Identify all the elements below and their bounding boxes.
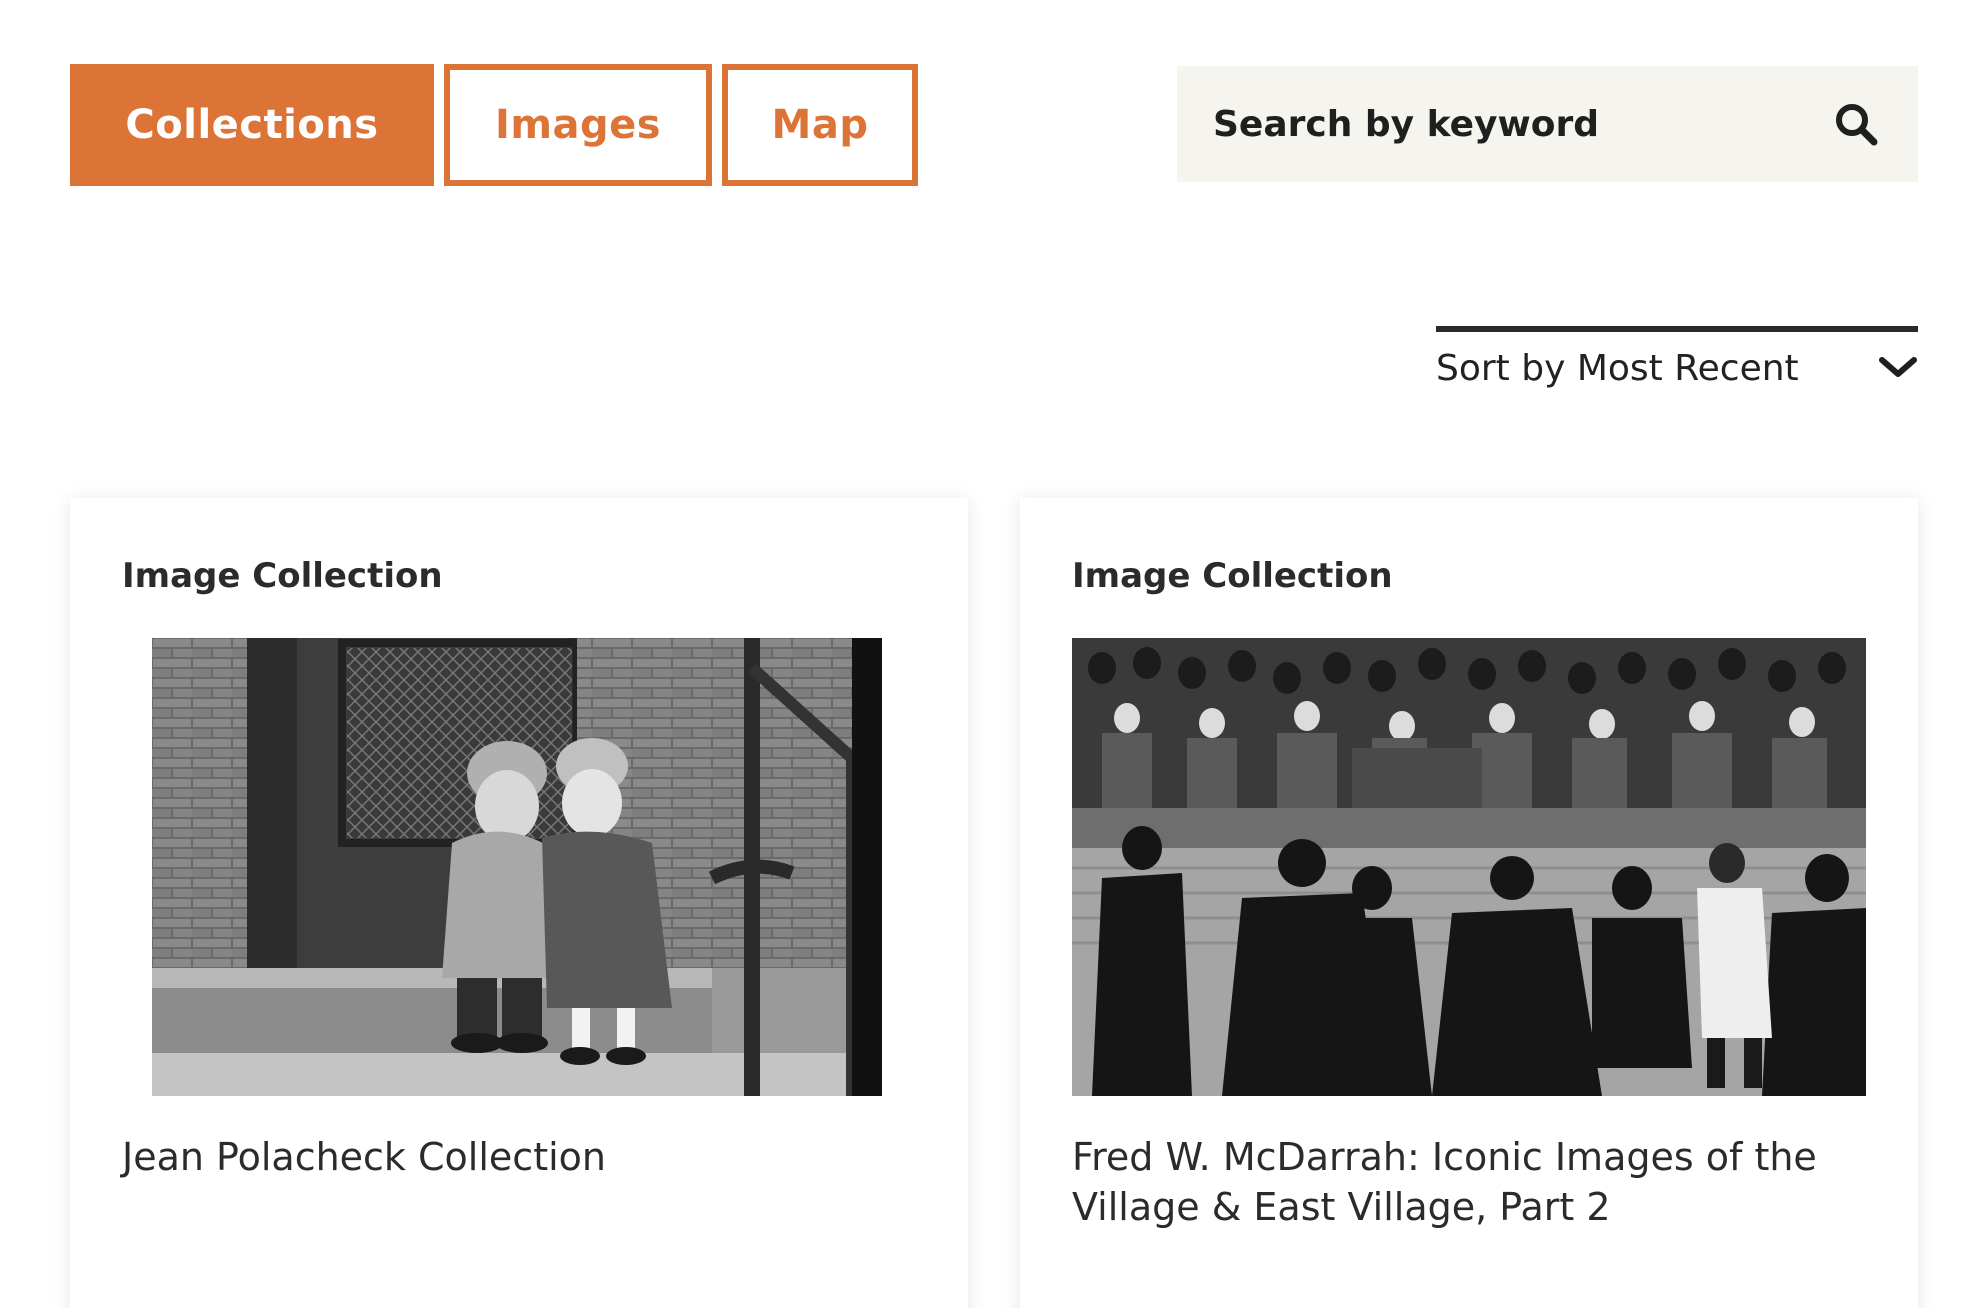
collection-card[interactable]: Image Collection	[1020, 498, 1918, 1308]
page: Collections Images Map Sort by Most Rece…	[0, 0, 1964, 1308]
search-input[interactable]	[1213, 94, 1830, 154]
tab-images-label: Images	[494, 102, 662, 148]
search-icon[interactable]	[1830, 98, 1882, 150]
card-type-label: Image Collection	[1072, 556, 1393, 596]
card-title[interactable]: Fred W. McDarrah: Iconic Images of the V…	[1072, 1132, 1872, 1232]
chevron-down-icon	[1878, 355, 1918, 383]
tab-collections-label: Collections	[125, 102, 379, 148]
card-image-children-on-stoop[interactable]	[152, 638, 882, 1096]
tab-map-label: Map	[771, 102, 869, 148]
collection-card[interactable]: Image Collection	[70, 498, 968, 1308]
tab-images[interactable]: Images	[444, 64, 712, 186]
search-bar	[1177, 66, 1918, 182]
card-title[interactable]: Jean Polacheck Collection	[122, 1132, 922, 1182]
sort-label: Sort by Most Recent	[1436, 347, 1799, 389]
tab-map[interactable]: Map	[722, 64, 918, 186]
card-type-label: Image Collection	[122, 556, 443, 596]
card-image-police-crowd-scene[interactable]	[1072, 638, 1866, 1096]
sort-dropdown[interactable]: Sort by Most Recent	[1436, 326, 1918, 394]
tab-collections[interactable]: Collections	[70, 64, 434, 186]
